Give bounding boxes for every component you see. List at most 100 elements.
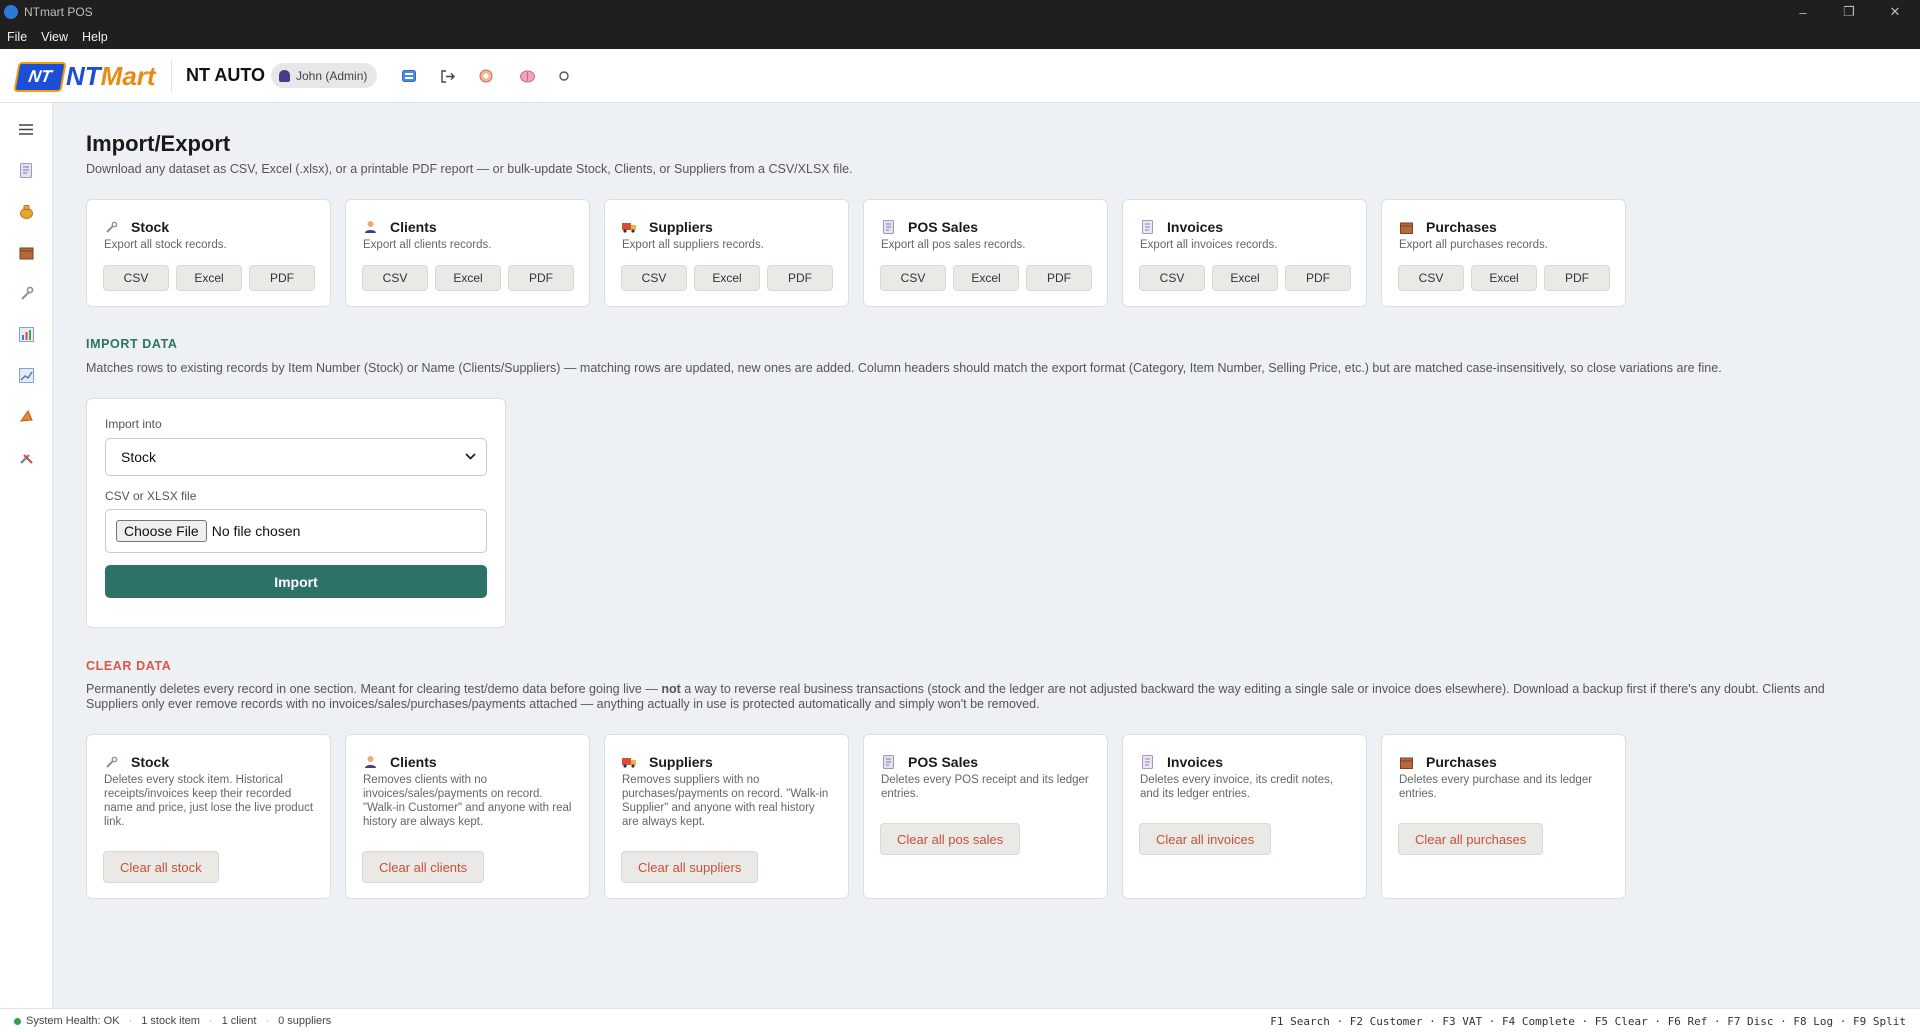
maximize-button[interactable]: ❐ [1826,0,1872,24]
export-invoices-excel-button[interactable]: Excel [1212,265,1278,291]
import-description: Matches rows to existing records by Item… [86,361,1722,375]
calculator-icon[interactable] [401,68,417,84]
close-button[interactable]: ✕ [1872,0,1918,24]
sidebar-money-bag-icon[interactable] [14,199,38,223]
export-card-purchases: Purchases Export all purchases records. … [1381,199,1626,307]
menu-file[interactable]: File [0,30,34,44]
brain-icon[interactable] [519,68,535,84]
logo-badge: NT [13,61,67,92]
export-stock-excel-button[interactable]: Excel [176,265,242,291]
card-description: Export all clients records. [363,239,492,251]
export-invoices-pdf-button[interactable]: PDF [1285,265,1351,291]
export-suppliers-excel-button[interactable]: Excel [694,265,760,291]
choose-file-button[interactable]: Choose File [116,520,207,542]
ntmart-logo: NT NTMart [13,61,156,92]
card-description: Export all pos sales records. [881,239,1026,251]
export-clients-excel-button[interactable]: Excel [435,265,501,291]
card-description: Removes clients with no invoices/sales/p… [363,774,572,828]
logout-icon[interactable] [439,68,455,84]
person-icon [363,220,377,234]
card-description: Export all suppliers records. [622,239,764,251]
sidebar-tools-icon[interactable] [14,445,38,469]
support-icon[interactable] [478,68,494,84]
sidebar [0,103,53,1008]
export-clients-csv-button[interactable]: CSV [362,265,428,291]
file-input[interactable]: Choose File No file chosen [105,509,487,553]
export-pos-sales-csv-button[interactable]: CSV [880,265,946,291]
menu-bar: File View Help [0,24,1920,49]
sidebar-box-icon[interactable] [14,240,38,264]
card-description: Deletes every stock item. Historical rec… [104,774,314,828]
export-clients-pdf-button[interactable]: PDF [508,265,574,291]
export-purchases-pdf-button[interactable]: PDF [1544,265,1610,291]
clear-heading: CLEAR DATA [86,659,172,673]
import-into-label: Import into [105,417,162,431]
export-suppliers-csv-button[interactable]: CSV [621,265,687,291]
clear-all-clients-button[interactable]: Clear all clients [362,851,485,883]
clear-all-invoices-button[interactable]: Clear all invoices [1139,823,1272,855]
app-header: NT NTMart NT AUTO John (Admin) [0,49,1920,103]
wrench-icon [104,755,118,769]
page-subtitle: Download any dataset as CSV, Excel (.xls… [86,162,853,176]
export-stock-csv-button[interactable]: CSV [103,265,169,291]
clear-all-suppliers-button[interactable]: Clear all suppliers [621,851,759,883]
minimize-button[interactable]: – [1780,0,1826,24]
file-label: CSV or XLSX file [105,489,197,503]
clear-card-invoices: Invoices Deletes every invoice, its cred… [1122,734,1367,899]
clear-card-stock: Stock Deletes every stock item. Historic… [86,734,331,899]
app-icon [4,5,18,19]
receipt-icon [881,220,895,234]
stock-count: 1 stock item [141,1015,200,1027]
header-divider [171,59,172,93]
import-panel: Import into Stock CSV or XLSX file Choos… [86,398,506,628]
card-title: Suppliers [649,219,713,235]
health-status-dot [14,1017,21,1025]
card-title: Clients [390,754,437,770]
client-count: 1 client [221,1015,257,1027]
export-card-suppliers: Suppliers Export all suppliers records. … [604,199,849,307]
system-health: System Health: OK [26,1015,120,1027]
sidebar-line-chart-icon[interactable] [14,363,38,387]
truck-icon [622,755,636,769]
truck-icon [622,220,636,234]
card-description: Export all stock records. [104,239,227,251]
export-pos-sales-excel-button[interactable]: Excel [953,265,1019,291]
sidebar-bar-chart-icon[interactable] [14,322,38,346]
clear-all-purchases-button[interactable]: Clear all purchases [1398,823,1544,855]
clear-card-suppliers: Suppliers Removes suppliers with no purc… [604,734,849,899]
sidebar-megaphone-icon[interactable] [14,404,38,428]
document-icon [1140,755,1154,769]
card-title: Stock [131,219,170,235]
theme-toggle-icon[interactable] [556,68,572,84]
import-button[interactable]: Import [105,565,487,598]
card-title: Invoices [1167,219,1224,235]
menu-view[interactable]: View [34,30,75,44]
export-purchases-csv-button[interactable]: CSV [1398,265,1464,291]
user-chip[interactable]: John (Admin) [271,63,378,88]
export-invoices-csv-button[interactable]: CSV [1139,265,1205,291]
clear-all-stock-button[interactable]: Clear all stock [103,851,219,883]
store-name: NT AUTO [186,65,265,85]
clear-card-clients: Clients Removes clients with no invoices… [345,734,590,899]
card-description: Export all invoices records. [1140,239,1278,251]
export-purchases-excel-button[interactable]: Excel [1471,265,1537,291]
status-bar: System Health: OK · 1 stock item · 1 cli… [0,1008,1920,1032]
window-titlebar: NTmart POS – ❐ ✕ [0,0,1920,24]
page-title: Import/Export [86,131,231,156]
export-suppliers-pdf-button[interactable]: PDF [767,265,833,291]
hamburger-menu-icon[interactable] [14,117,38,141]
logo-text: NTMart [66,61,156,91]
export-stock-pdf-button[interactable]: PDF [249,265,315,291]
clear-description: Permanently deletes every record in one … [86,682,1825,711]
export-pos-sales-pdf-button[interactable]: PDF [1026,265,1092,291]
card-description: Export all purchases records. [1399,239,1548,251]
import-into-select[interactable]: Stock [105,438,487,476]
card-title: POS Sales [908,754,979,770]
card-title: Suppliers [649,754,713,770]
clear-all-pos-sales-button[interactable]: Clear all pos sales [880,823,1021,855]
sidebar-wrench-icon[interactable] [14,281,38,305]
menu-help[interactable]: Help [75,30,115,44]
sidebar-receipt-icon[interactable] [14,158,38,182]
card-title: Stock [131,754,170,770]
user-icon [279,69,290,82]
